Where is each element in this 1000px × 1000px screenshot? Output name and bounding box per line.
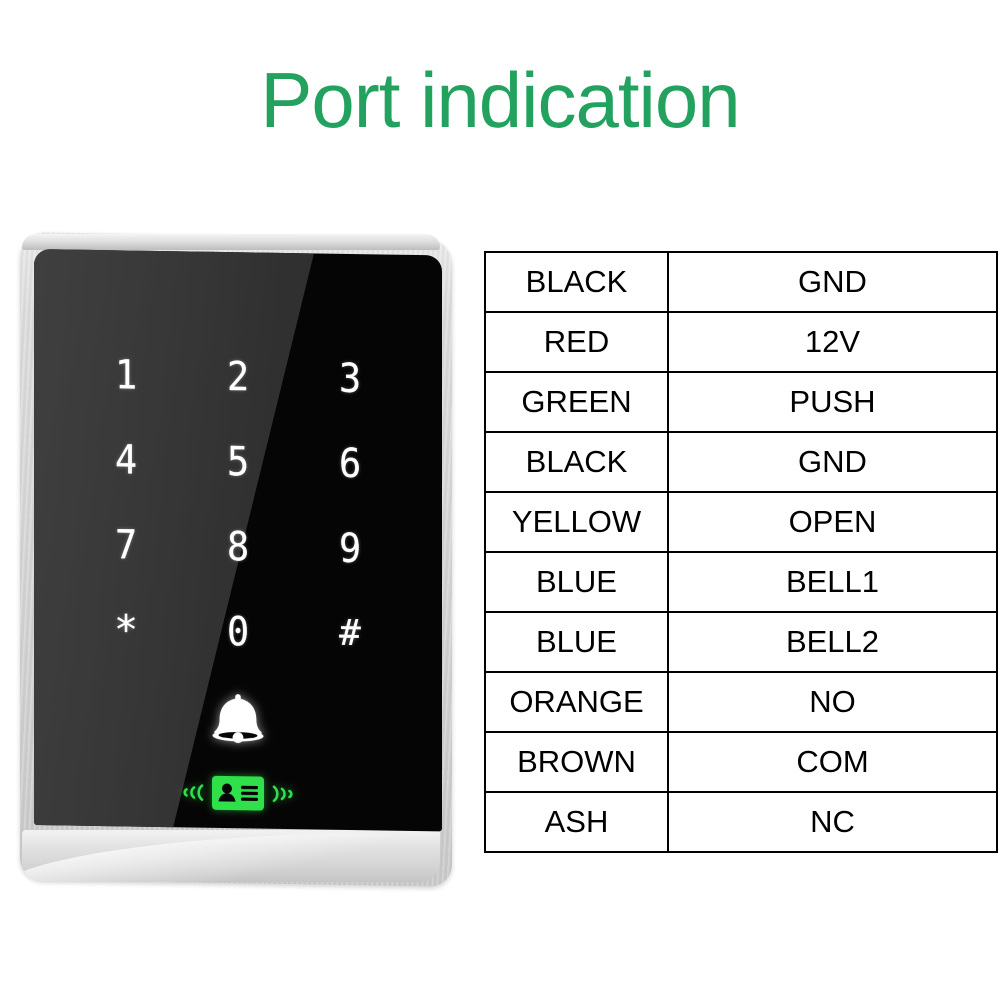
wire-color-cell: BROWN bbox=[484, 731, 669, 793]
function-cell: OPEN bbox=[667, 491, 998, 553]
port-table-body: BLACK GND RED 12V GREEN PUSH BLACK GND YELLOW OPE… bbox=[484, 251, 998, 853]
key-star[interactable]: * bbox=[70, 587, 182, 674]
key-star-label: * bbox=[113, 606, 139, 654]
keypad: 1 2 3 4 5 6 7 8 9 * 0 # bbox=[70, 332, 406, 677]
table-row: BLUE BELL2 bbox=[484, 611, 998, 673]
device-photo: 1 2 3 4 5 6 7 8 9 * 0 # bbox=[14, 228, 464, 888]
key-0[interactable]: 0 bbox=[182, 588, 294, 675]
device-glass-panel: 1 2 3 4 5 6 7 8 9 * 0 # bbox=[34, 249, 442, 832]
key-5[interactable]: 5 bbox=[182, 418, 294, 505]
key-2-label: 2 bbox=[226, 353, 250, 400]
key-0-label: 0 bbox=[226, 608, 250, 655]
function-cell: 12V bbox=[667, 311, 998, 373]
wire-color-cell: RED bbox=[484, 311, 669, 373]
key-hash[interactable]: # bbox=[294, 590, 406, 677]
wire-color-cell: YELLOW bbox=[484, 491, 669, 553]
key-5-label: 5 bbox=[226, 438, 250, 485]
function-cell: NC bbox=[667, 791, 998, 853]
table-row: BLUE BELL1 bbox=[484, 551, 998, 613]
key-8-label: 8 bbox=[226, 523, 250, 570]
rfid-card-icon bbox=[212, 775, 264, 811]
wire-color-cell: GREEN bbox=[484, 371, 669, 433]
key-4[interactable]: 4 bbox=[70, 417, 182, 504]
signal-wave-left-icon bbox=[174, 778, 206, 807]
key-4-label: 4 bbox=[114, 436, 138, 484]
port-indication-table: BLACK GND RED 12V GREEN PUSH BLACK GND YELLOW OPE… bbox=[484, 251, 998, 853]
key-8[interactable]: 8 bbox=[182, 503, 294, 590]
table-row: YELLOW OPEN bbox=[484, 491, 998, 553]
key-3[interactable]: 3 bbox=[294, 335, 406, 422]
page-title: Port indication bbox=[260, 56, 740, 144]
table-row: BROWN COM bbox=[484, 731, 998, 793]
signal-wave-right-icon bbox=[270, 780, 302, 809]
table-row: RED 12V bbox=[484, 311, 998, 373]
wire-color-cell: ORANGE bbox=[484, 671, 669, 733]
key-6[interactable]: 6 bbox=[294, 420, 406, 507]
wire-color-cell: BLACK bbox=[484, 431, 669, 493]
function-cell: GND bbox=[667, 251, 998, 313]
function-cell: BELL1 bbox=[667, 551, 998, 613]
function-cell: NO bbox=[667, 671, 998, 733]
key-7-label: 7 bbox=[114, 521, 138, 569]
wire-color-cell: ASH bbox=[484, 791, 669, 853]
key-hash-label: # bbox=[339, 612, 361, 654]
function-cell: PUSH bbox=[667, 371, 998, 433]
wire-color-cell: BLUE bbox=[484, 551, 669, 613]
card-reader-indicator bbox=[174, 775, 302, 811]
key-1[interactable]: 1 bbox=[70, 332, 182, 419]
key-7[interactable]: 7 bbox=[70, 502, 182, 589]
function-cell: COM bbox=[667, 731, 998, 793]
key-3-label: 3 bbox=[338, 355, 362, 402]
device-bottom-band bbox=[22, 830, 440, 882]
table-row: ASH NC bbox=[484, 791, 998, 853]
key-2[interactable]: 2 bbox=[182, 333, 294, 420]
table-row: BLACK GND bbox=[484, 431, 998, 493]
table-row: ORANGE NO bbox=[484, 671, 998, 733]
bell-icon[interactable] bbox=[209, 692, 267, 747]
wire-color-cell: BLACK bbox=[484, 251, 669, 313]
table-row: BLACK GND bbox=[484, 251, 998, 313]
function-cell: GND bbox=[667, 431, 998, 493]
device-bottom-highlight bbox=[22, 830, 440, 882]
wire-color-cell: BLUE bbox=[484, 611, 669, 673]
key-9-label: 9 bbox=[338, 525, 362, 572]
key-1-label: 1 bbox=[114, 351, 138, 399]
device-top-bezel bbox=[22, 234, 440, 250]
function-cell: BELL2 bbox=[667, 611, 998, 673]
key-9[interactable]: 9 bbox=[294, 505, 406, 592]
table-row: GREEN PUSH bbox=[484, 371, 998, 433]
key-6-label: 6 bbox=[338, 440, 362, 487]
